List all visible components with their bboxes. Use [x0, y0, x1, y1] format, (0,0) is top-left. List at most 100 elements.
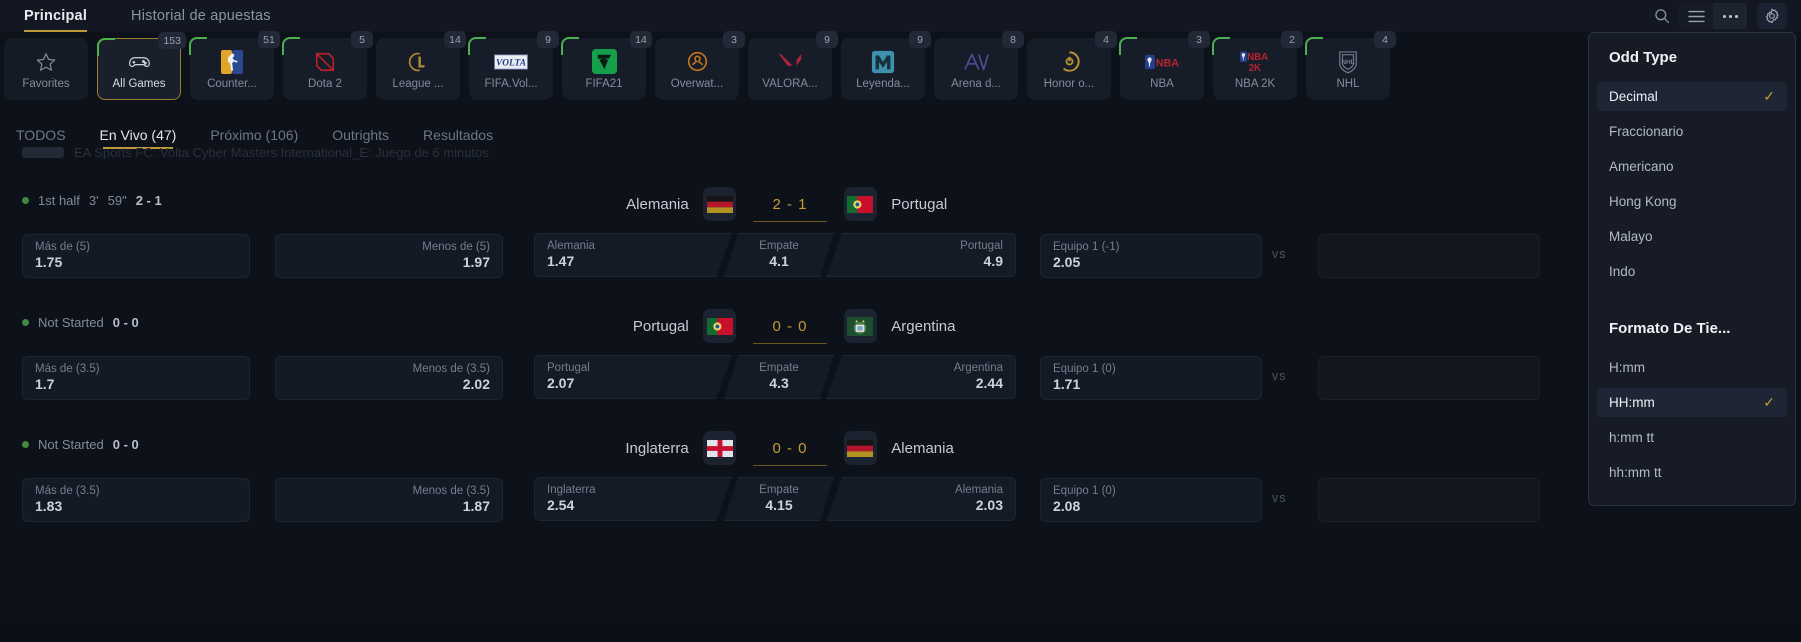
odds-over[interactable]: Más de (3.5) 1.7 — [22, 356, 250, 400]
tab-principal[interactable]: Principal — [24, 0, 88, 32]
odds-placeholder[interactable] — [1318, 356, 1540, 400]
odds-over[interactable]: Más de (5) 1.75 — [22, 234, 250, 278]
sport-tile-dota-2[interactable]: 5 Dota 2 — [282, 31, 373, 100]
list-view-icon[interactable] — [1679, 3, 1713, 29]
odds-away-win[interactable]: Alemania 2.03 — [826, 477, 1016, 521]
odds-under[interactable]: Menos de (3.5) 1.87 — [275, 478, 503, 522]
sport-tile-arena-of-valor[interactable]: 8 Arena d... — [934, 31, 1024, 100]
odd-type-malayo[interactable]: Malayo — [1597, 222, 1787, 251]
search-icon[interactable] — [1645, 3, 1679, 29]
away-team-flag-argentina — [843, 309, 878, 343]
match-teams[interactable]: Inglaterra 0 - 0 Alemania — [560, 431, 1020, 466]
sport-tile-honor-of-kings[interactable]: 4 Honor o... — [1027, 31, 1117, 100]
match-period: Not Started — [38, 437, 104, 452]
sport-tile-nhl[interactable]: 4 NHL NHL — [1305, 31, 1396, 100]
match-status: Not Started 0 - 0 — [22, 437, 139, 452]
sport-tile-nba[interactable]: 3 NBA NBA — [1119, 31, 1210, 100]
sport-tile-label: Counter... — [207, 77, 257, 90]
odd-type-fraccionario[interactable]: Fraccionario — [1597, 117, 1787, 146]
league-header[interactable]: EA Sports FC: Volta Cyber Masters Intern… — [22, 145, 489, 160]
live-dot-icon — [22, 441, 29, 448]
sport-tile-favorites[interactable]: Favorites — [4, 38, 88, 100]
odds-label: Equipo 1 (0) — [1053, 363, 1116, 375]
odds-draw[interactable]: Empate 4.3 — [724, 355, 834, 399]
nba-icon: NBA — [1145, 49, 1179, 75]
match-score: 2 - 1 — [750, 196, 829, 222]
odds-over[interactable]: Más de (3.5) 1.83 — [22, 478, 250, 522]
odds-value: 1.75 — [35, 254, 63, 270]
home-team-name: Portugal — [632, 317, 689, 335]
odds-label: Más de (3.5) — [35, 485, 100, 497]
sport-tile-badge: 9 — [816, 31, 838, 48]
time-format-hh-mm[interactable]: HH:mm ✓ — [1597, 388, 1787, 417]
sport-tile-all-games[interactable]: 153 All Games — [97, 32, 186, 100]
overwatch-icon — [686, 49, 709, 75]
vs-separator: vs — [1272, 247, 1287, 261]
sport-tile-valorant[interactable]: 9 VALORA... — [748, 31, 838, 100]
odds-placeholder[interactable] — [1318, 234, 1540, 278]
more-options-icon[interactable] — [1713, 3, 1747, 29]
fifa21-icon — [591, 49, 617, 75]
live-indicator-arc — [561, 37, 579, 55]
sport-tile-fifa21[interactable]: 14 FIFA21 — [561, 31, 652, 100]
odds-placeholder[interactable] — [1318, 478, 1540, 522]
odds-value: 2.02 — [462, 376, 490, 392]
nhl-icon: NHL — [1337, 49, 1359, 75]
odds-value: 1.87 — [462, 498, 490, 514]
sport-tile-nba-2k[interactable]: 2 NBA 2K NBA 2K — [1212, 31, 1303, 100]
match-list: 1st half 3' 59" 2 - 1 Alemania 2 - 1 Por… — [0, 175, 1801, 541]
sport-tile-counter-strike[interactable]: 51 Counter... — [189, 31, 280, 100]
match-score: 0 - 0 — [750, 440, 829, 466]
odds-handicap[interactable]: Equipo 1 (-1) 2.05 — [1040, 234, 1262, 278]
odds-handicap[interactable]: Equipo 1 (0) 1.71 — [1040, 356, 1262, 400]
sport-tile-mobile-legends[interactable]: 9 Leyenda... — [841, 31, 931, 100]
odds-home-win[interactable]: Inglaterra 2.54 — [534, 477, 732, 521]
live-indicator-arc — [97, 38, 115, 56]
sport-tile-league-of-legends[interactable]: 14 League ... — [376, 31, 466, 100]
dota2-icon — [314, 49, 336, 75]
time-format-h-mm[interactable]: H:mm — [1597, 353, 1787, 382]
odds-1x2-group: Portugal 2.07 Empate 4.3 Argentina 2.44 — [534, 355, 1016, 401]
subtab-label: Próximo (106) — [210, 127, 299, 143]
odds-home-win[interactable]: Portugal 2.07 — [534, 355, 732, 399]
tab-historial-de-apuestas[interactable]: Historial de apuestas — [131, 0, 271, 32]
match-row: 1st half 3' 59" 2 - 1 Alemania 2 - 1 Por… — [0, 175, 1801, 297]
match-row: Not Started 0 - 0 Portugal 0 - 0 Argenti… — [0, 297, 1801, 419]
match-row: Not Started 0 - 0 Inglaterra 0 - 0 Alema… — [0, 419, 1801, 541]
top-tab-list: Principal Historial de apuestas — [0, 0, 271, 32]
odds-label: Argentina — [953, 362, 1003, 374]
odds-away-win[interactable]: Argentina 2.44 — [826, 355, 1016, 399]
odds-under[interactable]: Menos de (5) 1.97 — [275, 234, 503, 278]
settings-gear-icon[interactable] — [1757, 3, 1787, 29]
odds-value: 4.3 — [769, 375, 789, 391]
match-second: 59" — [107, 193, 127, 208]
time-format-h-mm-tt[interactable]: h:mm tt — [1597, 423, 1787, 452]
odds-label: Equipo 1 (0) — [1053, 485, 1116, 497]
odd-type-hong-kong[interactable]: Hong Kong — [1597, 187, 1787, 216]
odd-type-indo[interactable]: Indo — [1597, 257, 1787, 286]
sport-tile-badge: 5 — [351, 31, 373, 48]
odd-type-decimal[interactable]: Decimal ✓ — [1597, 82, 1787, 111]
odd-type-label: Hong Kong — [1609, 194, 1677, 209]
match-teams[interactable]: Portugal 0 - 0 Argentina — [560, 309, 1020, 344]
odds-label: Más de (5) — [35, 241, 90, 253]
odd-type-americano[interactable]: Americano — [1597, 152, 1787, 181]
odds-home-win[interactable]: Alemania 1.47 — [534, 233, 732, 277]
sport-tile-badge: 4 — [1095, 31, 1117, 48]
live-indicator-arc — [468, 37, 486, 55]
odds-handicap[interactable]: Equipo 1 (0) 2.08 — [1040, 478, 1262, 522]
valorant-icon — [778, 49, 802, 75]
match-teams[interactable]: Alemania 2 - 1 Portugal — [560, 187, 1020, 222]
odds-away-win[interactable]: Portugal 4.9 — [826, 233, 1016, 277]
sport-tile-overwatch[interactable]: 3 Overwat... — [655, 31, 745, 100]
odd-type-label: Indo — [1609, 264, 1636, 279]
odds-draw[interactable]: Empate 4.15 — [724, 477, 834, 521]
odds-under[interactable]: Menos de (3.5) 2.02 — [275, 356, 503, 400]
home-team-flag-germany — [702, 187, 737, 221]
odds-draw[interactable]: Empate 4.1 — [724, 233, 834, 277]
sport-tile-label: Honor o... — [1043, 77, 1095, 90]
sport-tile-fifa-volta[interactable]: 9 VOLTA FIFA.Vol... — [468, 31, 559, 100]
time-format-hh-mm-tt[interactable]: hh:mm tt — [1597, 458, 1787, 487]
match-status: 1st half 3' 59" 2 - 1 — [22, 193, 162, 208]
time-format-label: H:mm — [1609, 360, 1645, 375]
